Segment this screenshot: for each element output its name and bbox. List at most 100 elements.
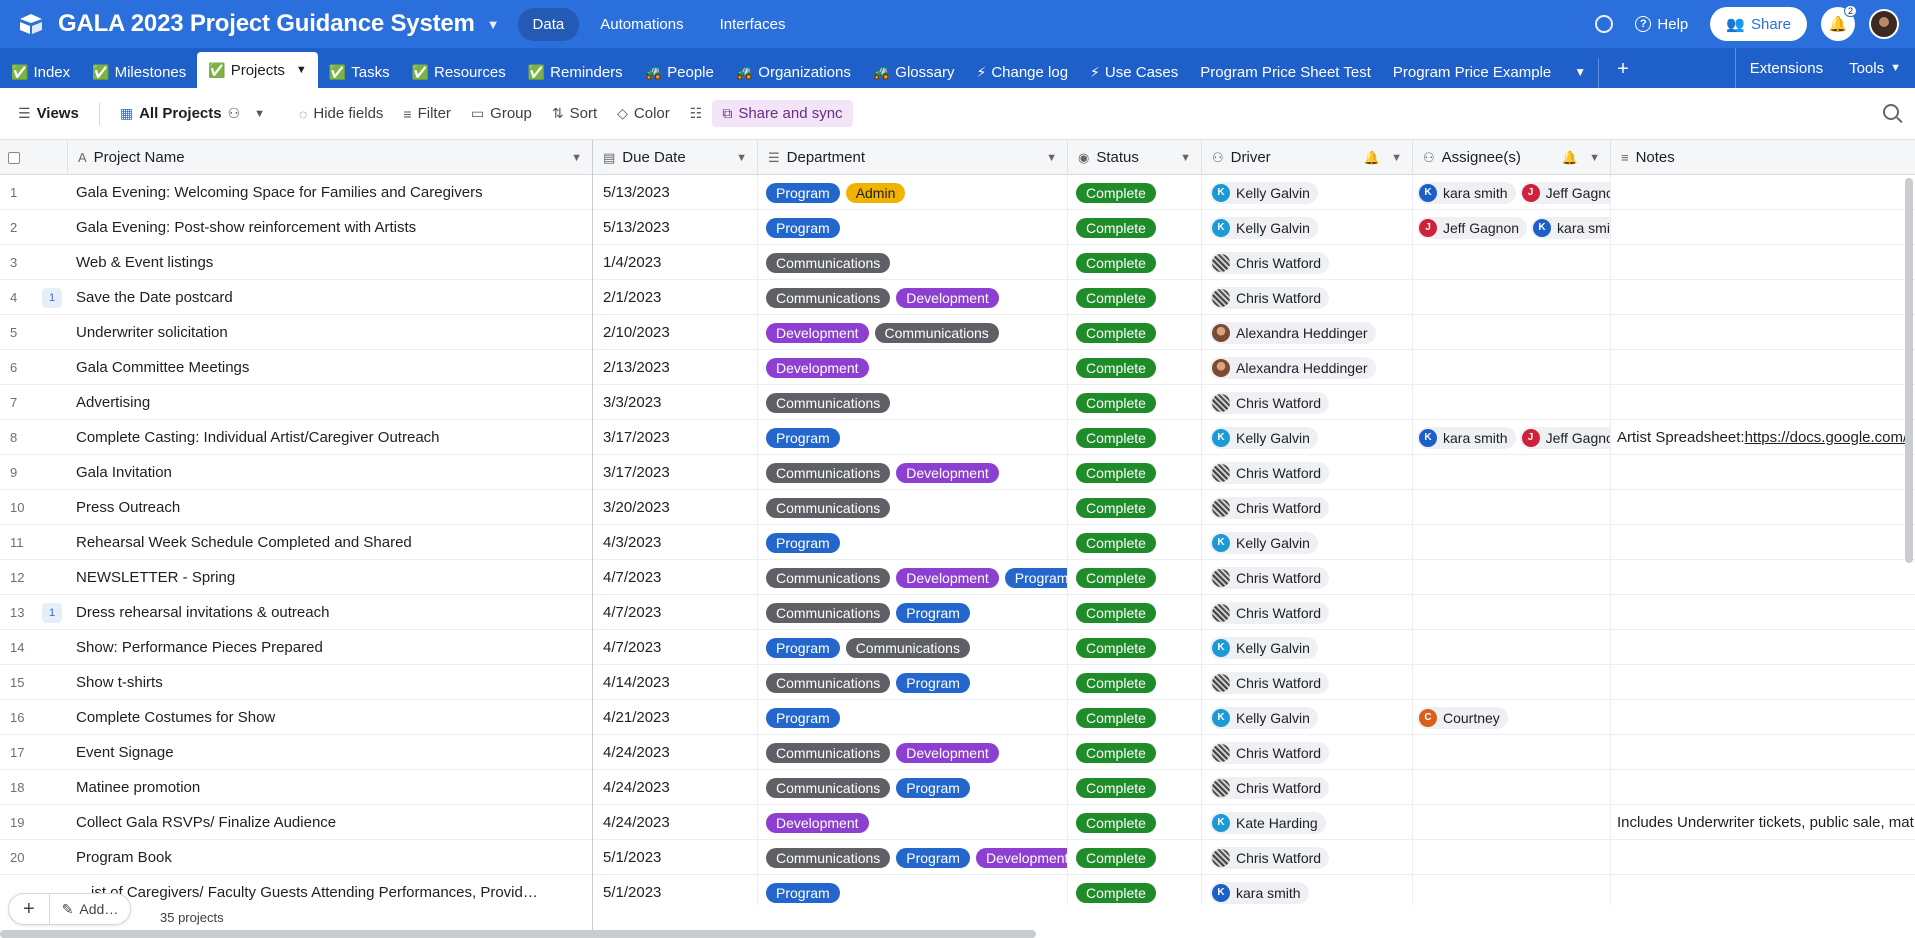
- tab-projects[interactable]: ✅ Projects ▼: [197, 52, 318, 88]
- tab-reminders[interactable]: ✅ Reminders: [517, 56, 634, 88]
- column-header-assignees[interactable]: ⚇ Assignee(s) 🔔 ▼: [1413, 140, 1611, 175]
- assignees-cell[interactable]: [1413, 595, 1611, 630]
- column-header-department[interactable]: ☰ Department ▼: [758, 140, 1068, 175]
- driver-cell[interactable]: K Kelly Galvin: [1202, 630, 1413, 665]
- notes-cell[interactable]: [1611, 490, 1915, 525]
- project-name-cell[interactable]: Gala Evening: Welcoming Space for Famili…: [68, 175, 593, 210]
- assignees-cell[interactable]: Kkara smith J Jeff Gagnon: [1413, 420, 1611, 455]
- table-row[interactable]: 4 1 Save the Date postcard 2/1/2023 Communic…: [0, 280, 1915, 315]
- comment-count-badge[interactable]: 1: [42, 287, 62, 308]
- status-cell[interactable]: Complete: [1068, 700, 1202, 735]
- status-cell[interactable]: Complete: [1068, 315, 1202, 350]
- notes-cell[interactable]: [1611, 315, 1915, 350]
- extensions-button[interactable]: Extensions: [1750, 60, 1823, 77]
- table-row[interactable]: 8 Complete Casting: Individual Artist/Car…: [0, 420, 1915, 455]
- assignees-cell[interactable]: [1413, 315, 1611, 350]
- project-name-cell[interactable]: Matinee promotion: [68, 770, 593, 805]
- department-cell[interactable]: Program: [758, 700, 1068, 735]
- vertical-scrollbar[interactable]: [1905, 178, 1913, 563]
- due-date-cell[interactable]: 4/3/2023: [593, 525, 758, 560]
- comment-count-badge[interactable]: 1: [42, 602, 62, 623]
- notes-cell[interactable]: [1611, 665, 1915, 700]
- status-cell[interactable]: Complete: [1068, 210, 1202, 245]
- driver-cell[interactable]: Chris Watford: [1202, 280, 1413, 315]
- department-cell[interactable]: Communications Program: [758, 665, 1068, 700]
- nav-interfaces[interactable]: Interfaces: [705, 8, 801, 41]
- notes-cell[interactable]: [1611, 595, 1915, 630]
- notes-cell[interactable]: [1611, 735, 1915, 770]
- tab-change-log[interactable]: ⚡ Change log: [965, 56, 1079, 88]
- due-date-cell[interactable]: 4/24/2023: [593, 770, 758, 805]
- tab-use-cases[interactable]: ⚡ Use Cases: [1079, 56, 1189, 88]
- department-cell[interactable]: Program: [758, 420, 1068, 455]
- assignees-cell[interactable]: [1413, 735, 1611, 770]
- tab-tasks[interactable]: ✅ Tasks: [318, 56, 401, 88]
- hide-fields-button[interactable]: ◌ Hide fields: [289, 99, 393, 128]
- table-row[interactable]: 12 NEWSLETTER - Spring 4/7/2023 Communicati…: [0, 560, 1915, 595]
- chevron-down-icon[interactable]: ▼: [1589, 152, 1600, 164]
- due-date-cell[interactable]: 4/24/2023: [593, 805, 758, 840]
- base-title[interactable]: GALA 2023 Project Guidance System: [58, 10, 475, 38]
- due-date-cell[interactable]: 4/7/2023: [593, 630, 758, 665]
- tab-organizations[interactable]: 🚜 Organizations: [725, 56, 862, 88]
- project-name-cell[interactable]: Dress rehearsal invitations & outreach: [68, 595, 593, 630]
- driver-cell[interactable]: Alexandra Heddinger: [1202, 315, 1413, 350]
- table-row[interactable]: 11 Rehearsal Week Schedule Completed and …: [0, 525, 1915, 560]
- driver-cell[interactable]: Chris Watford: [1202, 595, 1413, 630]
- notes-link[interactable]: https://docs.google.com/: [1745, 429, 1908, 446]
- project-name-cell[interactable]: Rehearsal Week Schedule Completed and Sh…: [68, 525, 593, 560]
- notifications-button[interactable]: 🔔 2: [1821, 5, 1857, 41]
- department-cell[interactable]: Communications: [758, 245, 1068, 280]
- nav-data[interactable]: Data: [517, 7, 580, 41]
- notes-cell[interactable]: [1611, 455, 1915, 490]
- driver-cell[interactable]: Chris Watford: [1202, 560, 1413, 595]
- project-name-cell[interactable]: Show: Performance Pieces Prepared: [68, 630, 593, 665]
- due-date-cell[interactable]: 3/17/2023: [593, 455, 758, 490]
- project-name-cell[interactable]: Program Book: [68, 840, 593, 875]
- chevron-down-icon[interactable]: ▼: [1391, 152, 1402, 164]
- assignees-cell[interactable]: [1413, 280, 1611, 315]
- driver-cell[interactable]: K Kelly Galvin: [1202, 210, 1413, 245]
- table-row[interactable]: 20 Program Book 5/1/2023 Communications Prog…: [0, 840, 1915, 875]
- views-button[interactable]: ☰ Views: [8, 99, 89, 128]
- driver-cell[interactable]: Chris Watford: [1202, 840, 1413, 875]
- driver-cell[interactable]: Chris Watford: [1202, 735, 1413, 770]
- status-cell[interactable]: Complete: [1068, 280, 1202, 315]
- notes-cell[interactable]: [1611, 525, 1915, 560]
- table-row[interactable]: 2 Gala Evening: Post-show reinforcement w…: [0, 210, 1915, 245]
- status-cell[interactable]: Complete: [1068, 735, 1202, 770]
- table-row[interactable]: 19 Collect Gala RSVPs/ Finalize Audience 4…: [0, 805, 1915, 840]
- project-name-cell[interactable]: Gala Committee Meetings: [68, 350, 593, 385]
- driver-cell[interactable]: K Kate Harding: [1202, 805, 1413, 840]
- column-header-notes[interactable]: ≡ Notes: [1611, 140, 1915, 175]
- table-row[interactable]: 9 Gala Invitation 3/17/2023 Communications D…: [0, 455, 1915, 490]
- due-date-cell[interactable]: 4/14/2023: [593, 665, 758, 700]
- due-date-cell[interactable]: 2/1/2023: [593, 280, 758, 315]
- status-cell[interactable]: Complete: [1068, 490, 1202, 525]
- project-name-cell[interactable]: Show t-shirts: [68, 665, 593, 700]
- table-row[interactable]: 3 Web & Event listings 1/4/2023 Communicati…: [0, 245, 1915, 280]
- project-name-cell[interactable]: Advertising: [68, 385, 593, 420]
- status-cell[interactable]: Complete: [1068, 630, 1202, 665]
- tab-program-price-sheet-test[interactable]: Program Price Sheet Test: [1189, 56, 1382, 88]
- assignees-cell[interactable]: [1413, 350, 1611, 385]
- driver-cell[interactable]: Chris Watford: [1202, 455, 1413, 490]
- assignees-cell[interactable]: [1413, 490, 1611, 525]
- driver-cell[interactable]: Chris Watford: [1202, 490, 1413, 525]
- due-date-cell[interactable]: 4/7/2023: [593, 595, 758, 630]
- department-cell[interactable]: Communications Program: [758, 595, 1068, 630]
- help-button[interactable]: ? Help: [1635, 16, 1688, 33]
- share-and-sync-button[interactable]: ⧉ Share and sync: [712, 100, 853, 127]
- chevron-down-icon[interactable]: ▼: [571, 152, 582, 164]
- project-name-cell[interactable]: Save the Date postcard: [68, 280, 593, 315]
- table-row[interactable]: 15 Show t-shirts 4/14/2023 Communications Pr…: [0, 665, 1915, 700]
- row-height-button[interactable]: ☷: [680, 99, 713, 128]
- notes-cell[interactable]: [1611, 840, 1915, 875]
- project-name-cell[interactable]: Underwriter solicitation: [68, 315, 593, 350]
- project-name-cell[interactable]: Press Outreach: [68, 490, 593, 525]
- department-cell[interactable]: Program Communications: [758, 630, 1068, 665]
- driver-cell[interactable]: K Kelly Galvin: [1202, 525, 1413, 560]
- notes-cell[interactable]: [1611, 245, 1915, 280]
- status-cell[interactable]: Complete: [1068, 770, 1202, 805]
- table-row[interactable]: 17 Event Signage 4/24/2023 Communications De…: [0, 735, 1915, 770]
